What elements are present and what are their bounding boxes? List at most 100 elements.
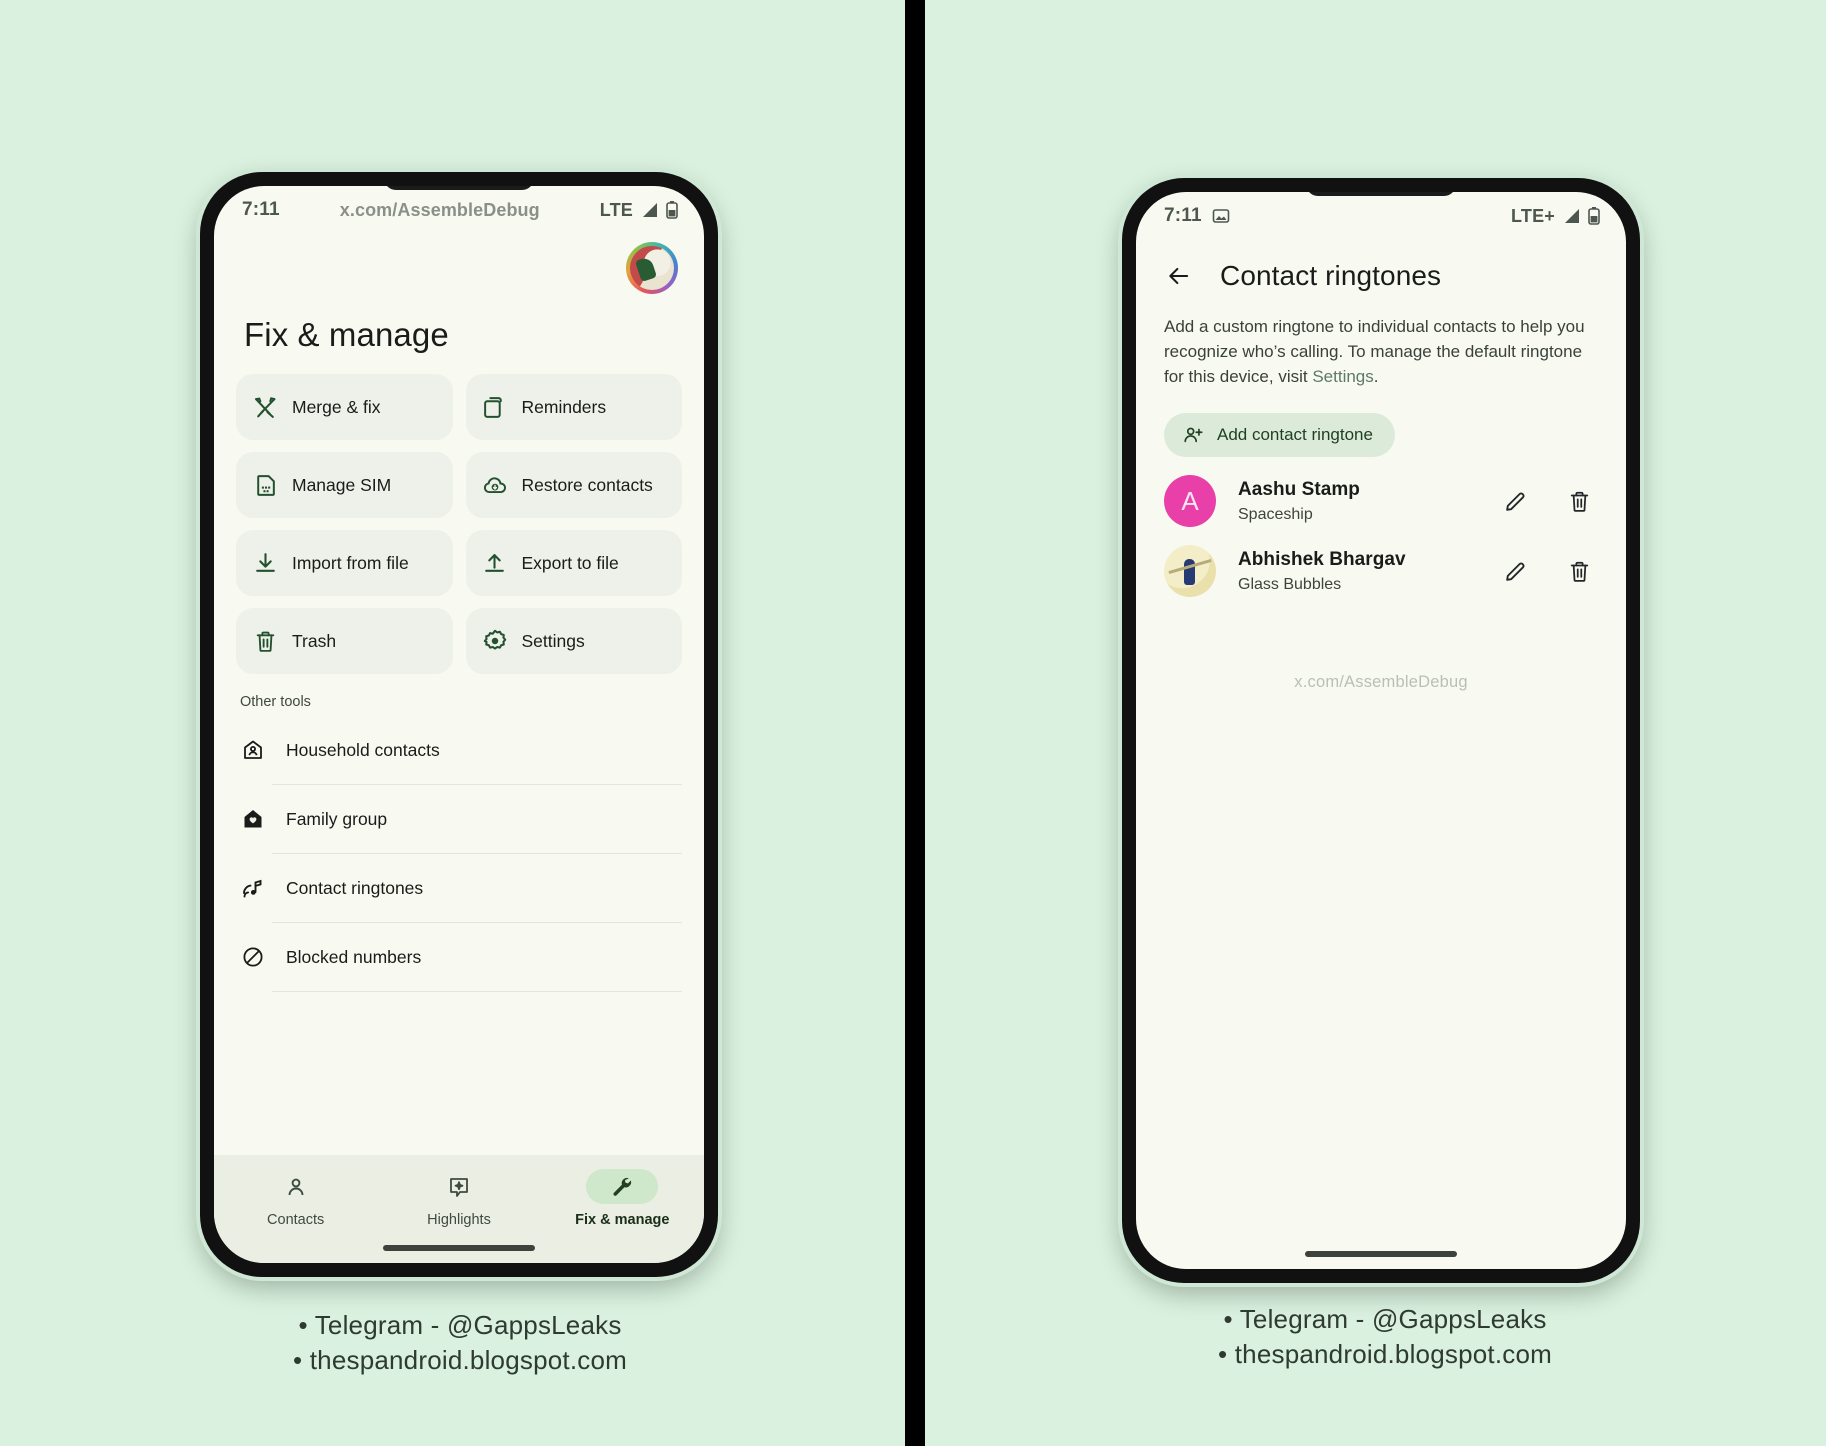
back-arrow-icon[interactable] xyxy=(1164,261,1194,291)
tile-label: Export to file xyxy=(521,552,619,573)
profile-avatar[interactable] xyxy=(626,242,678,294)
caption-line: • Telegram - @GappsLeaks xyxy=(1223,1304,1547,1334)
pencil-icon[interactable] xyxy=(1502,488,1528,514)
trash-icon[interactable] xyxy=(1566,558,1592,584)
status-network: LTE xyxy=(599,199,633,220)
tile-settings[interactable]: Settings xyxy=(465,608,682,674)
tile-label: Import from file xyxy=(292,552,409,573)
list-item-label: Family group xyxy=(286,808,388,829)
tile-manage-sim[interactable]: Manage SIM xyxy=(236,452,453,518)
person-add-icon xyxy=(1182,424,1204,446)
block-circle-icon xyxy=(240,944,266,970)
page-title: Contact ringtones xyxy=(1220,260,1442,291)
right-phone-screen: 7:11 LTE+ Contact ringtones Add a custom… xyxy=(1136,192,1626,1269)
tile-import-from-file[interactable]: Import from file xyxy=(236,530,453,596)
list-item-label: Household contacts xyxy=(286,739,440,760)
right-content: Contact ringtones Add a custom ringtone … xyxy=(1136,240,1626,1269)
list-item-household-contacts[interactable]: Household contacts xyxy=(244,716,682,785)
image-icon xyxy=(1212,207,1230,225)
tools-grid: Merge & fix Reminders Manage SIM Restore… xyxy=(236,374,682,674)
nav-label: Contacts xyxy=(267,1212,325,1228)
contact-text: Aashu Stamp Spaceship xyxy=(1238,479,1502,524)
row-actions xyxy=(1502,488,1602,514)
avatar: A xyxy=(1164,475,1216,528)
screenshot-canvas: 7:11 x.com/AssembleDebug LTE Fix & manag… xyxy=(0,0,1826,1446)
trash-icon[interactable] xyxy=(1566,488,1592,514)
other-tools-label: Other tools xyxy=(240,694,311,710)
app-bar: Contact ringtones xyxy=(1164,260,1602,292)
cloud-restore-icon xyxy=(482,472,508,498)
avatar-row xyxy=(236,234,682,294)
list-item-contact-ringtones[interactable]: Contact ringtones xyxy=(243,854,682,923)
tile-label: Settings xyxy=(521,630,585,651)
list-item-label: Blocked numbers xyxy=(286,946,422,967)
ringtone-note-icon xyxy=(240,875,266,901)
nav-label: Highlights xyxy=(427,1212,491,1228)
tile-restore-contacts[interactable]: Restore contacts xyxy=(465,452,682,518)
caption-line: • thespandroid.blogspot.com xyxy=(1218,1338,1552,1369)
tile-reminders[interactable]: Reminders xyxy=(465,374,682,440)
tile-label: Reminders xyxy=(521,396,607,417)
status-network: LTE+ xyxy=(1511,205,1555,226)
download-icon xyxy=(252,550,278,576)
nav-item-highlights[interactable]: Highlights xyxy=(377,1169,540,1228)
wrench-icon xyxy=(586,1169,659,1204)
settings-link[interactable]: Settings xyxy=(1312,367,1373,386)
pencil-icon[interactable] xyxy=(1502,558,1528,584)
sparkle-card-icon xyxy=(423,1169,495,1204)
status-time: 7:11 xyxy=(1164,205,1202,226)
household-icon xyxy=(240,737,266,763)
add-button-label: Add contact ringtone xyxy=(1217,425,1373,445)
contact-ringtone: Glass Bubbles xyxy=(1238,575,1342,593)
contact-row[interactable]: A Aashu Stamp Spaceship xyxy=(1160,475,1602,528)
right-phone-frame: 7:11 LTE+ Contact ringtones Add a custom… xyxy=(1122,178,1640,1283)
battery-icon xyxy=(666,201,678,219)
upload-icon xyxy=(482,550,508,576)
tile-export-to-file[interactable]: Export to file xyxy=(465,530,682,596)
home-indicator xyxy=(1305,1251,1457,1257)
watermark: x.com/AssembleDebug xyxy=(1294,673,1468,692)
merge-tools-icon xyxy=(252,394,278,420)
left-notch xyxy=(384,186,534,190)
contact-row[interactable]: Abhishek Bhargav Glass Bubbles xyxy=(1160,545,1602,598)
reminders-stack-icon xyxy=(482,394,508,420)
tile-label: Manage SIM xyxy=(292,474,392,495)
list-item-blocked-numbers[interactable]: Blocked numbers xyxy=(243,923,682,992)
person-icon xyxy=(260,1169,332,1204)
caption-line: • thespandroid.blogspot.com xyxy=(293,1344,627,1375)
caption-right: • Telegram - @GappsLeaks • thespandroid.… xyxy=(1090,1302,1680,1372)
right-status-bar: 7:11 LTE+ xyxy=(1136,192,1626,240)
contact-text: Abhishek Bhargav Glass Bubbles xyxy=(1238,549,1502,594)
status-center-url: x.com/AssembleDebug xyxy=(339,199,540,220)
tile-merge-fix[interactable]: Merge & fix xyxy=(236,374,453,440)
signal-triangle-icon xyxy=(1562,208,1581,224)
list-item-label: Contact ringtones xyxy=(286,877,424,898)
nav-item-contacts[interactable]: Contacts xyxy=(214,1169,377,1228)
sim-card-icon xyxy=(252,472,278,498)
contact-name: Aashu Stamp xyxy=(1238,478,1360,500)
caption-line: • Telegram - @GappsLeaks xyxy=(298,1310,622,1340)
contact-name: Abhishek Bhargav xyxy=(1238,548,1406,570)
contact-ringtone: Spaceship xyxy=(1238,505,1313,523)
nav-label: Fix & manage xyxy=(575,1212,670,1228)
left-phone-screen: 7:11 x.com/AssembleDebug LTE Fix & manag… xyxy=(214,186,704,1263)
gear-icon xyxy=(482,628,508,654)
status-time: 7:11 xyxy=(242,199,280,220)
description-text-2: . xyxy=(1373,367,1379,387)
nav-item-fix-and-manage[interactable]: Fix & manage xyxy=(541,1169,704,1228)
tile-label: Merge & fix xyxy=(292,396,381,417)
battery-icon xyxy=(1588,207,1600,225)
page-title: Fix & manage xyxy=(244,316,449,353)
home-indicator xyxy=(383,1245,535,1251)
left-phone-frame: 7:11 x.com/AssembleDebug LTE Fix & manag… xyxy=(200,172,718,1277)
page-description: Add a custom ringtone to individual cont… xyxy=(1164,314,1594,389)
avatar xyxy=(1164,545,1216,598)
row-actions xyxy=(1502,558,1602,584)
list-item-family-group[interactable]: Family group xyxy=(244,785,682,854)
left-content: Fix & manage Merge & fix Reminders Manag… xyxy=(214,234,704,1155)
panel-divider xyxy=(905,0,925,1446)
tile-trash[interactable]: Trash xyxy=(236,608,453,674)
left-status-bar: 7:11 x.com/AssembleDebug LTE xyxy=(214,186,704,234)
add-contact-ringtone-button[interactable]: Add contact ringtone xyxy=(1164,413,1395,458)
trash-icon xyxy=(252,628,278,654)
